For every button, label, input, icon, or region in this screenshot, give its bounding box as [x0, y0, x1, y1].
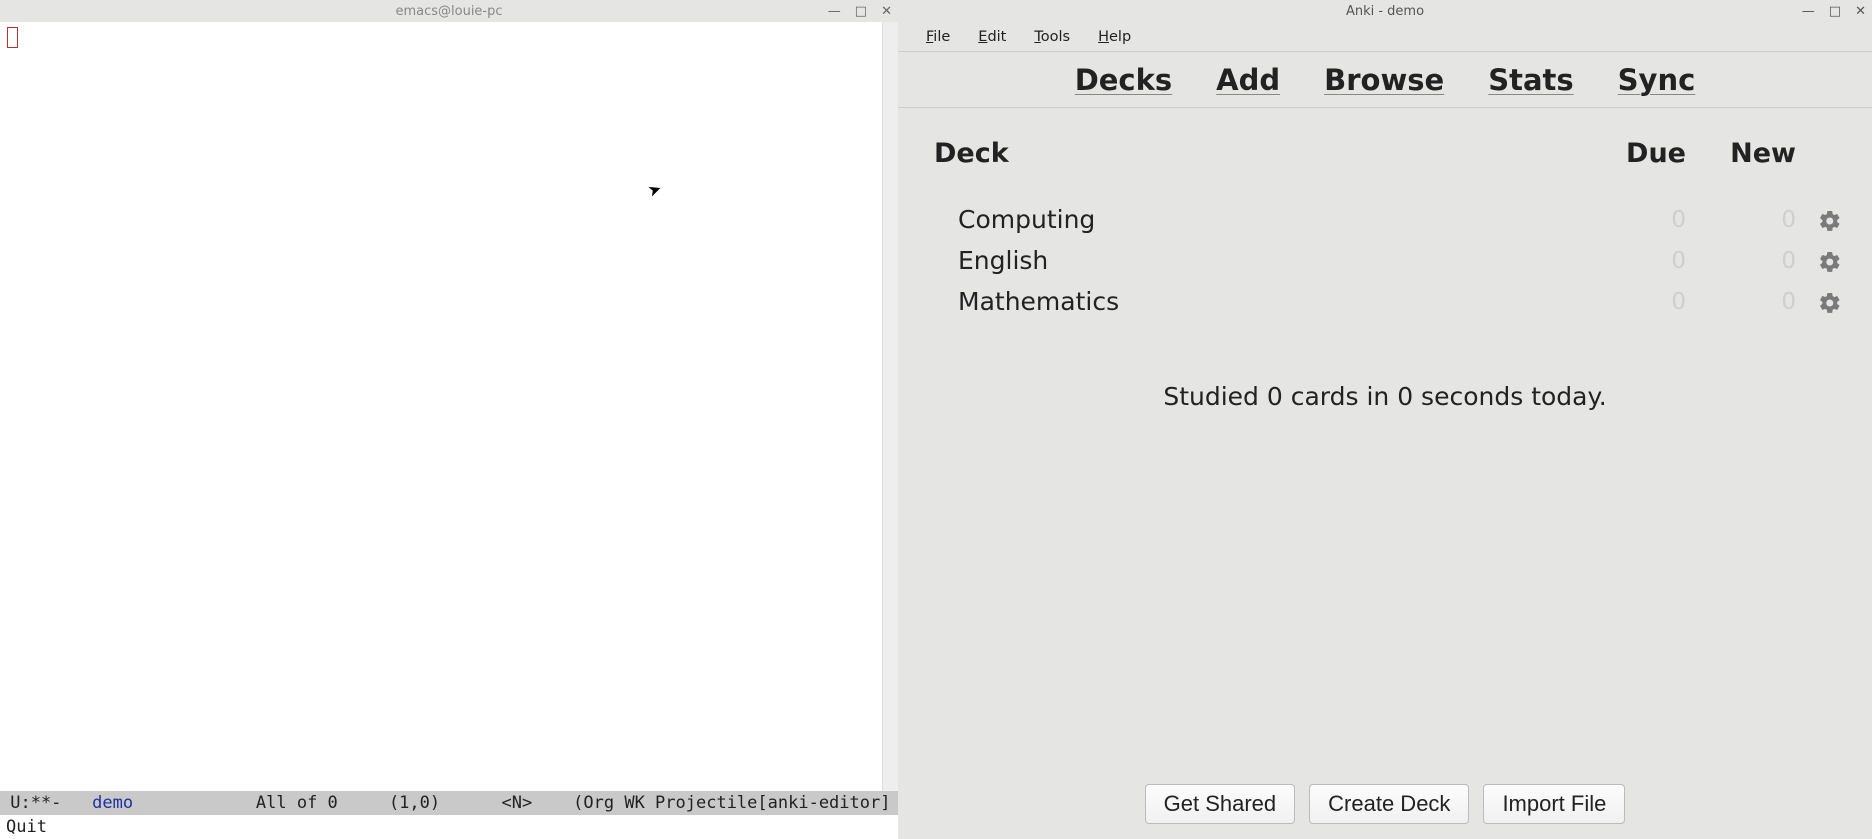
emacs-scrollbar[interactable]	[882, 22, 898, 791]
emacs-titlebar: emacs@louie-pc — □ ✕	[0, 0, 898, 22]
minimize-icon[interactable]: —	[828, 4, 841, 19]
emacs-cursor	[7, 27, 18, 48]
modeline-prefix: U:**-	[0, 793, 92, 813]
emacs-window-controls: — □ ✕	[828, 4, 892, 19]
gear-icon[interactable]	[1818, 205, 1842, 234]
deck-row: English 0 0	[928, 240, 1842, 281]
anki-main: Deck Due New Computing 0 0 English 0 0 M…	[898, 108, 1872, 779]
minibuffer-text: Quit	[6, 817, 47, 837]
modeline-mid: All of 0 (1,0) <N> (Org WK Projectile[an…	[133, 793, 890, 813]
anki-toolbar: Decks Add Browse Stats Sync	[898, 52, 1872, 108]
toolbar-browse[interactable]: Browse	[1324, 63, 1444, 97]
emacs-modeline: U:**- demo All of 0 (1,0) <N> (Org WK Pr…	[0, 791, 898, 815]
anki-window-controls: — □ ✕	[1802, 4, 1866, 19]
toolbar-add[interactable]: Add	[1216, 63, 1280, 97]
close-icon[interactable]: ✕	[1855, 4, 1866, 19]
menu-help[interactable]: Help	[1084, 25, 1145, 49]
header-due: Due	[1586, 138, 1686, 169]
header-gear-spacer	[1796, 138, 1842, 169]
create-deck-button[interactable]: Create Deck	[1309, 784, 1469, 824]
deck-row: Computing 0 0	[928, 199, 1842, 240]
menu-tools[interactable]: Tools	[1020, 25, 1084, 49]
maximize-icon[interactable]: □	[855, 4, 867, 19]
deck-due: 0	[1586, 207, 1686, 233]
deck-name[interactable]: Mathematics	[958, 287, 1586, 316]
deck-due: 0	[1586, 289, 1686, 315]
close-icon[interactable]: ✕	[881, 4, 892, 19]
minimize-icon[interactable]: —	[1802, 4, 1815, 19]
emacs-window: emacs@louie-pc — □ ✕ ➤ U:**- demo All of…	[0, 0, 898, 839]
anki-titlebar: Anki - demo — □ ✕	[898, 0, 1872, 22]
emacs-buffer[interactable]: ➤	[0, 22, 882, 791]
header-new: New	[1686, 138, 1796, 169]
gear-icon[interactable]	[1818, 287, 1842, 316]
deck-new: 0	[1686, 248, 1796, 274]
deck-new: 0	[1686, 207, 1796, 233]
modeline-buffer-name: demo	[92, 793, 133, 813]
deck-new: 0	[1686, 289, 1796, 315]
toolbar-stats[interactable]: Stats	[1488, 63, 1573, 97]
maximize-icon[interactable]: □	[1829, 4, 1841, 19]
deck-row: Mathematics 0 0	[928, 281, 1842, 322]
deck-due: 0	[1586, 248, 1686, 274]
emacs-title: emacs@louie-pc	[395, 4, 502, 19]
anki-bottombar: Get Shared Create Deck Import File	[898, 779, 1872, 839]
get-shared-button[interactable]: Get Shared	[1145, 784, 1296, 824]
anki-menubar: File Edit Tools Help	[898, 22, 1872, 52]
deck-name[interactable]: Computing	[958, 205, 1586, 234]
emacs-body: ➤	[0, 22, 898, 791]
gear-icon[interactable]	[1818, 246, 1842, 275]
deck-name[interactable]: English	[958, 246, 1586, 275]
menu-file[interactable]: File	[912, 25, 964, 49]
study-status: Studied 0 cards in 0 seconds today.	[928, 382, 1842, 411]
emacs-minibuffer[interactable]: Quit	[0, 815, 898, 839]
mouse-pointer-icon: ➤	[645, 178, 664, 200]
anki-title: Anki - demo	[1346, 4, 1424, 19]
deck-list-header: Deck Due New	[928, 128, 1842, 199]
anki-window: Anki - demo — □ ✕ File Edit Tools Help D…	[898, 0, 1872, 839]
toolbar-sync[interactable]: Sync	[1618, 63, 1696, 97]
menu-edit[interactable]: Edit	[964, 25, 1020, 49]
header-deck: Deck	[934, 138, 1586, 169]
import-file-button[interactable]: Import File	[1483, 784, 1625, 824]
toolbar-decks[interactable]: Decks	[1075, 63, 1172, 97]
